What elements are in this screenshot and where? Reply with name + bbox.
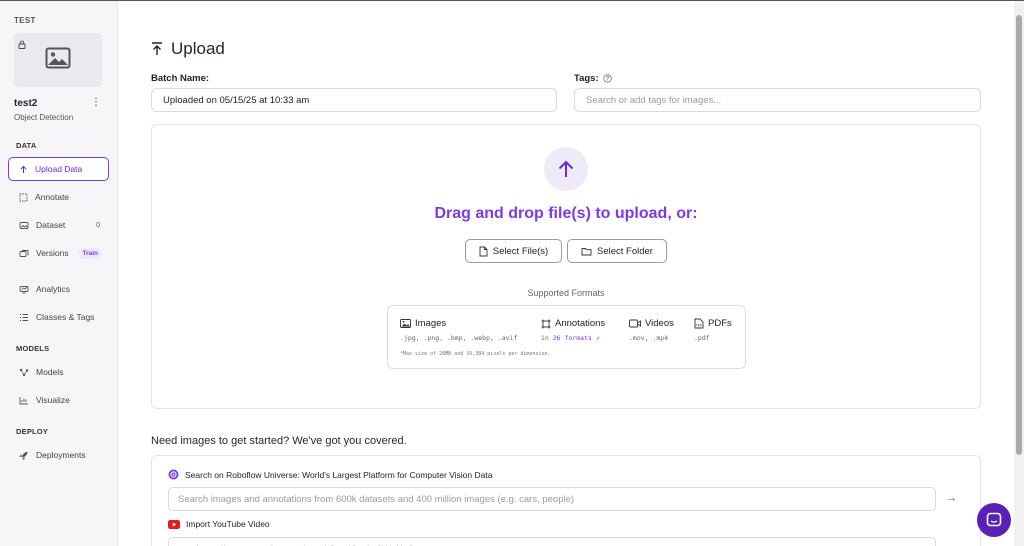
dataset-count: 0 xyxy=(96,221,100,229)
page-title-text: Upload xyxy=(171,39,225,58)
sidebar-item-upload-data[interactable]: Upload Data xyxy=(8,157,109,181)
classes-icon xyxy=(20,313,28,321)
pdf-icon: PDF xyxy=(694,318,704,329)
format-images: Images .jpg, .png, .bmp, .webp, .avif xyxy=(400,318,517,342)
youtube-import-label: Import YouTube Video xyxy=(186,519,270,529)
versions-icon xyxy=(19,249,29,257)
workspace-label: TEST xyxy=(14,16,36,25)
sidebar-item-classes-tags[interactable]: Classes & Tags xyxy=(8,305,109,329)
sidebar-item-label: Visualize xyxy=(36,395,70,405)
lock-icon xyxy=(18,36,26,54)
sidebar-item-models[interactable]: Models xyxy=(8,360,109,384)
models-icon xyxy=(19,368,29,376)
upload-icon xyxy=(152,42,162,55)
size-limit-note: *Max size of 20MB and 16,384 pixels per … xyxy=(400,351,551,357)
sidebar-item-label: Models xyxy=(36,367,64,377)
sidebar-item-label: Upload Data xyxy=(35,164,83,174)
upload-dropzone[interactable]: Drag and drop file(s) to upload, or: Sel… xyxy=(151,124,981,409)
youtube-import-title: Import YouTube Video xyxy=(168,519,270,529)
select-folder-button[interactable]: Select Folder xyxy=(567,239,667,263)
bounding-box-icon xyxy=(541,319,551,328)
sidebar-item-label: Dataset xyxy=(36,220,66,230)
svg-text:PDF: PDF xyxy=(696,324,703,328)
format-pdfs: PDF PDFs .pdf xyxy=(694,318,732,342)
select-files-button[interactable]: Select File(s) xyxy=(465,239,562,263)
train-badge[interactable]: Train xyxy=(78,247,102,259)
folder-icon xyxy=(581,247,592,255)
format-videos-exts: .mov, .mp4 xyxy=(629,334,669,342)
youtube-import-arrow-icon[interactable]: → xyxy=(946,542,957,546)
universe-search-input[interactable]: Search images and annotations from 600k … xyxy=(168,487,936,511)
video-icon xyxy=(629,319,641,328)
sidebar-item-label: Deployments xyxy=(36,450,86,460)
upload-icon xyxy=(20,165,27,173)
sidebar-item-label: Annotate xyxy=(35,192,70,202)
sidebar-item-label: Analytics xyxy=(36,284,71,294)
format-images-label: Images xyxy=(415,318,447,329)
file-icon xyxy=(479,246,488,256)
sidebar-item-analytics[interactable]: Analytics xyxy=(8,277,109,301)
tags-input[interactable]: Search or add tags for images... xyxy=(574,88,981,112)
page-scrollbar[interactable] xyxy=(1014,1,1024,546)
resources-title: Need images to get started? We've got yo… xyxy=(151,435,407,447)
batch-name-label: Batch Name: xyxy=(151,73,210,84)
project-name: test2 xyxy=(14,98,38,109)
format-pdfs-label: PDFs xyxy=(708,318,732,329)
format-annotations-prefix: in xyxy=(541,334,549,342)
sidebar-item-dataset[interactable]: Dataset 0 xyxy=(8,213,109,237)
roboflow-universe-icon xyxy=(168,469,179,480)
select-files-label: Select File(s) xyxy=(492,245,549,257)
youtube-url-input[interactable]: e.g. https://www.youtube.com/watch?v=dQw… xyxy=(168,537,936,546)
help-icon[interactable]: ? xyxy=(602,74,612,83)
youtube-icon xyxy=(168,519,180,529)
sidebar-item-deployments[interactable]: Deployments xyxy=(8,443,109,467)
select-folder-label: Select Folder xyxy=(597,245,653,257)
project-thumbnail[interactable] xyxy=(14,33,102,87)
scrollbar-thumb[interactable] xyxy=(1016,15,1022,455)
universe-search-label: Search on Roboflow Universe: World's Lar… xyxy=(185,469,493,480)
format-annotations: Annotations in 26 formats ↗ xyxy=(541,318,605,342)
image-placeholder-icon xyxy=(45,47,71,74)
page-title: Upload xyxy=(151,39,225,59)
chat-support-button[interactable] xyxy=(977,503,1011,537)
rocket-icon xyxy=(19,451,28,460)
image-icon xyxy=(400,319,411,328)
sidebar-item-label: Classes & Tags xyxy=(36,312,95,322)
resources-box: Search on Roboflow Universe: World's Lar… xyxy=(151,455,981,546)
supported-formats-title: Supported Formats xyxy=(527,288,605,298)
format-videos: Videos .mov, .mp4 xyxy=(629,318,674,342)
dropzone-text: Drag and drop file(s) to upload, or: xyxy=(434,205,698,222)
annotation-formats-link[interactable]: 26 formats ↗ xyxy=(553,334,600,342)
batch-name-input[interactable]: Uploaded on 05/15/25 at 10:33 am xyxy=(151,88,557,112)
section-deploy: DEPLOY xyxy=(16,427,49,436)
project-type: Object Detection xyxy=(14,113,74,122)
dataset-icon xyxy=(19,221,29,229)
upload-arrow-icon xyxy=(544,147,588,191)
analytics-icon xyxy=(19,285,29,293)
chat-icon xyxy=(986,512,1002,527)
visualize-icon xyxy=(19,396,28,404)
sidebar-item-label: Versions xyxy=(36,248,69,258)
format-videos-label: Videos xyxy=(645,318,674,329)
tags-label-text: Tags: xyxy=(574,73,599,84)
tags-label: Tags: ? xyxy=(574,73,612,84)
section-data: DATA xyxy=(16,141,37,150)
project-menu-icon[interactable]: ⋮ xyxy=(91,97,101,108)
annotate-icon xyxy=(19,193,28,201)
sidebar-item-versions[interactable]: Versions Train xyxy=(8,241,109,265)
format-annotations-label: Annotations xyxy=(555,318,606,329)
main-content: Upload Batch Name: Uploaded on 05/15/25 … xyxy=(118,1,1014,546)
supported-formats-box: Images .jpg, .png, .bmp, .webp, .avif An… xyxy=(387,305,746,369)
format-images-exts: .jpg, .png, .bmp, .webp, .avif xyxy=(400,334,518,342)
svg-text:?: ? xyxy=(605,77,609,83)
sidebar-item-annotate[interactable]: Annotate xyxy=(8,185,109,209)
sidebar: TEST test2 ⋮ Object Detection DATA Uploa… xyxy=(0,1,118,546)
universe-search-arrow-icon[interactable]: → xyxy=(946,492,957,504)
sidebar-item-visualize[interactable]: Visualize xyxy=(8,388,109,412)
section-models: MODELS xyxy=(16,344,50,353)
format-pdfs-exts: .pdf xyxy=(694,334,710,342)
universe-search-title: Search on Roboflow Universe: World's Lar… xyxy=(168,469,492,480)
